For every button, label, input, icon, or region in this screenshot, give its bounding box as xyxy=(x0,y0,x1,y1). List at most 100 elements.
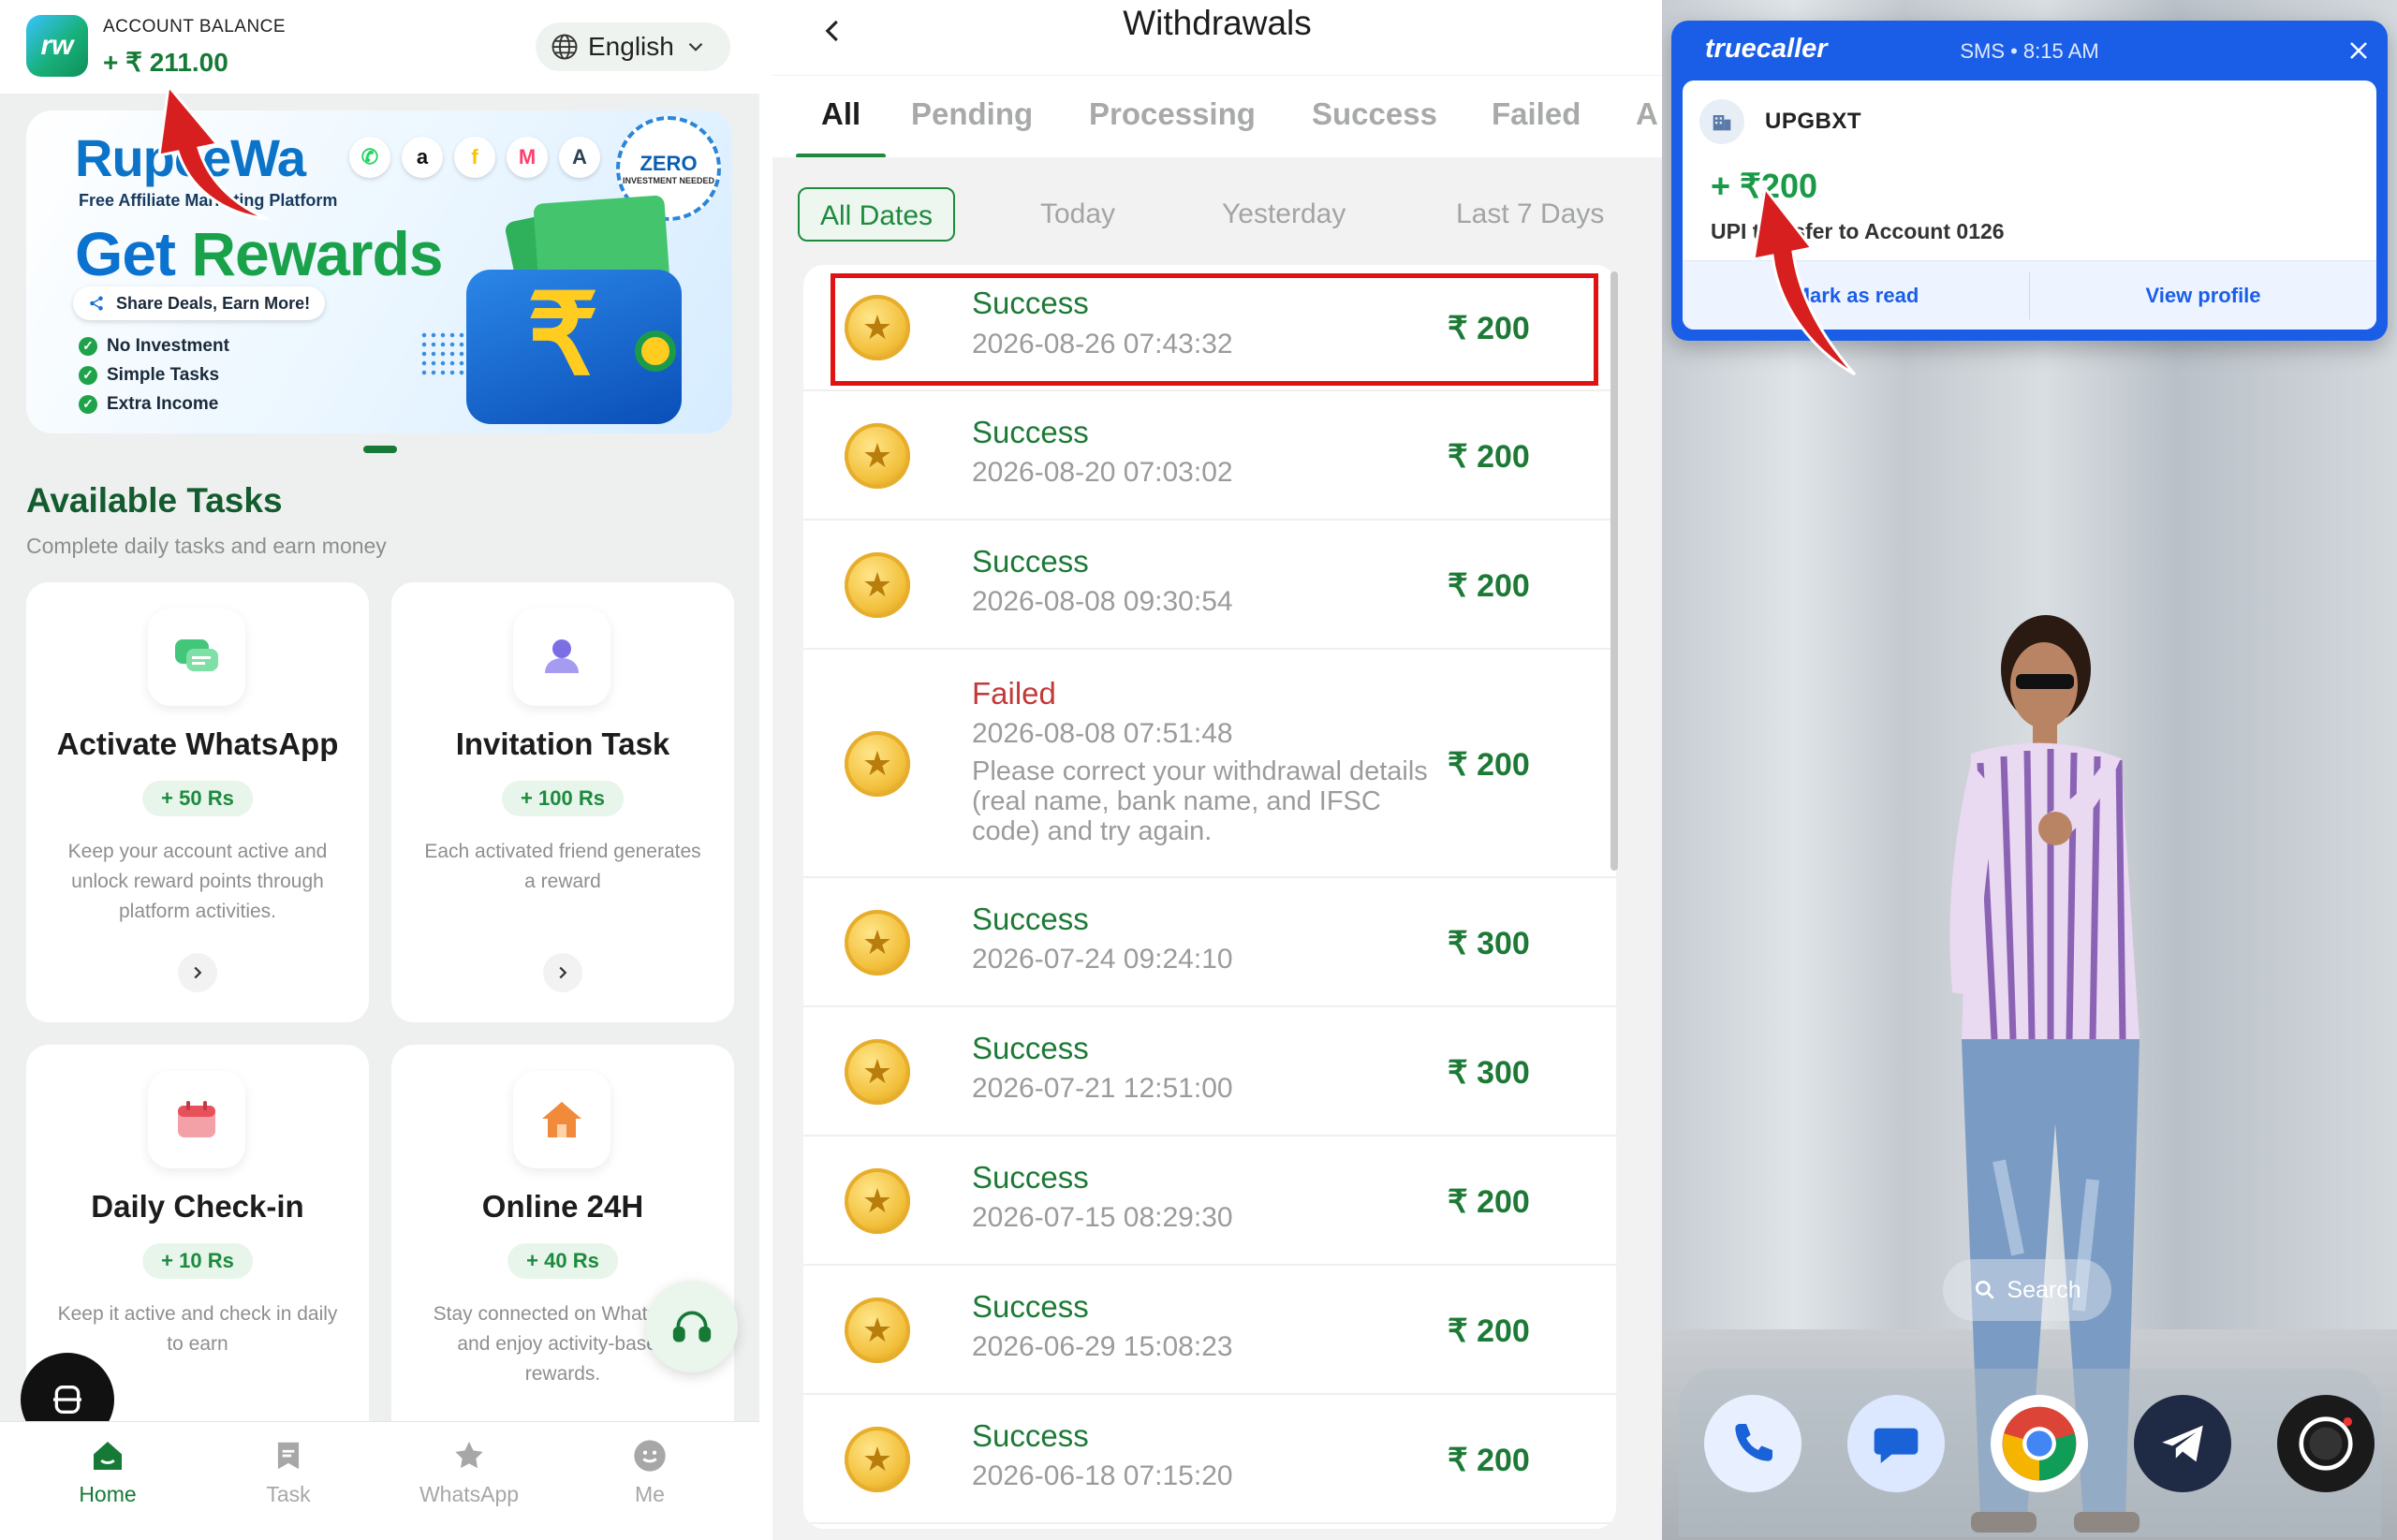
task-title: Activate WhatsApp xyxy=(56,726,339,761)
withdrawals-screen: Withdrawals All Pending Processing Succe… xyxy=(772,0,1662,1540)
search-icon xyxy=(1976,1280,1995,1299)
chevron-down-icon xyxy=(688,42,703,51)
task-reward-badge: + 100 Rs xyxy=(502,781,624,816)
close-button[interactable] xyxy=(2344,36,2374,66)
tab-failed[interactable]: Failed xyxy=(1492,96,1581,132)
scrollbar[interactable] xyxy=(1610,271,1618,871)
chip-today[interactable]: Today xyxy=(1040,187,1115,242)
row-amount: ₹ 200 xyxy=(1448,1184,1530,1220)
withdrawal-row[interactable]: ★ Success 2026-07-15 08:29:30 ₹ 200 xyxy=(803,1137,1616,1266)
row-status: Success xyxy=(972,1031,1089,1065)
withdrawal-row[interactable]: ★ Success 2026-08-08 09:30:54 ₹ 200 xyxy=(803,521,1616,650)
launcher-search[interactable]: Search xyxy=(1943,1259,2111,1321)
amazon-icon: a xyxy=(402,137,443,178)
tab-processing[interactable]: Processing xyxy=(1089,96,1256,132)
withdrawal-row[interactable]: ★ Success 2026-06-18 07:15:20 ₹ 200 xyxy=(803,1395,1616,1524)
row-date: 2026-07-15 08:29:30 xyxy=(972,1202,1233,1233)
row-amount: ₹ 300 xyxy=(1448,1055,1530,1091)
balance-label: ACCOUNT BALANCE xyxy=(103,17,287,37)
coin-icon: ★ xyxy=(845,1039,910,1105)
banner-headline: Get Rewards xyxy=(75,218,444,289)
wallet-clasp xyxy=(635,330,676,372)
app-logo: rw xyxy=(26,15,88,77)
tab-task[interactable]: Task xyxy=(213,1435,363,1507)
tab-success[interactable]: Success xyxy=(1312,96,1437,132)
row-status: Failed xyxy=(972,676,1056,711)
task-card-whatsapp[interactable]: Activate WhatsApp + 50 Rs Keep your acco… xyxy=(26,582,369,1022)
banner-pill-text: Share Deals, Earn More! xyxy=(116,294,311,313)
screenshot-collage: rw ACCOUNT BALANCE + ₹ 211.00 English Ru… xyxy=(0,0,2397,1540)
row-amount: ₹ 200 xyxy=(1448,1313,1530,1349)
chip-yesterday[interactable]: Yesterday xyxy=(1222,187,1346,242)
house-icon xyxy=(513,1071,610,1168)
row-status: Success xyxy=(972,1289,1089,1324)
balance-value: + ₹ 211.00 xyxy=(103,48,228,77)
check-icon: ✓ xyxy=(79,336,97,356)
close-icon xyxy=(2350,42,2367,59)
notification-meta: SMS • 8:15 AM xyxy=(1960,39,2099,63)
task-card-online[interactable]: Online 24H + 40 Rs Stay connected on Wha… xyxy=(391,1045,734,1447)
view-profile-button[interactable]: View profile xyxy=(2030,261,2376,330)
red-arrow-annotation xyxy=(1752,184,1857,376)
row-date: 2026-07-21 12:51:00 xyxy=(972,1073,1233,1104)
camera-icon[interactable] xyxy=(2277,1395,2375,1492)
tab-all[interactable]: All xyxy=(821,96,860,132)
coin-icon: ★ xyxy=(845,910,910,975)
tab-me[interactable]: Me xyxy=(575,1435,725,1507)
chevron-right-icon[interactable] xyxy=(543,953,582,992)
tab-label: Me xyxy=(635,1482,665,1506)
banner-headline-1: Get xyxy=(75,219,176,288)
date-filter-chips: All Dates Today Yesterday Last 7 Days xyxy=(772,157,1662,260)
dot-pattern xyxy=(419,330,466,377)
row-date: 2026-08-20 07:03:02 xyxy=(972,457,1233,488)
language-selector[interactable]: English xyxy=(536,22,730,71)
task-description: Keep your account active and unlock rewa… xyxy=(67,841,328,922)
banner-point-text: No Investment xyxy=(107,335,229,356)
home-header: rw ACCOUNT BALANCE + ₹ 211.00 English xyxy=(0,0,759,94)
chrome-icon[interactable] xyxy=(1991,1395,2088,1492)
tab-home[interactable]: Home xyxy=(33,1435,183,1507)
highlight-box-annotation xyxy=(831,273,1598,386)
tab-whatsapp[interactable]: WhatsApp xyxy=(394,1435,544,1507)
tab-more[interactable]: A xyxy=(1636,96,1658,132)
task-reward-badge: + 50 Rs xyxy=(142,781,253,816)
task-card-invitation[interactable]: Invitation Task + 100 Rs Each activated … xyxy=(391,582,734,1022)
language-label: English xyxy=(588,32,674,61)
telegram-icon[interactable] xyxy=(2134,1395,2231,1492)
headset-icon xyxy=(672,1311,712,1342)
chip-all-dates[interactable]: All Dates xyxy=(798,187,956,242)
zero-badge-text: INVESTMENT NEEDED xyxy=(622,175,714,185)
withdrawal-row[interactable]: ★ Success 2026-07-21 12:51:00 ₹ 300 xyxy=(803,1007,1616,1137)
messages-icon[interactable] xyxy=(1847,1395,1945,1492)
phone-icon[interactable] xyxy=(1704,1395,1801,1492)
row-status: Success xyxy=(972,902,1089,936)
withdrawal-row[interactable]: ★ Success 2026-06-29 15:08:23 ₹ 200 xyxy=(803,1266,1616,1395)
ajio-icon: A xyxy=(559,137,600,178)
user-icon xyxy=(513,609,610,706)
tab-pending[interactable]: Pending xyxy=(911,96,1033,132)
coin-icon: ★ xyxy=(845,1168,910,1234)
banner-points: ✓ No Investment ✓ Simple Tasks ✓ Extra Inco… xyxy=(79,331,229,418)
row-status: Success xyxy=(972,544,1089,579)
withdrawals-header: Withdrawals All Pending Processing Succe… xyxy=(772,0,1662,158)
banner-point: ✓ Simple Tasks xyxy=(79,360,229,389)
share-icon xyxy=(90,296,103,311)
smiley-icon xyxy=(629,1435,670,1476)
chevron-right-icon[interactable] xyxy=(178,953,217,992)
row-amount: ₹ 200 xyxy=(1448,439,1530,475)
tab-label: Task xyxy=(266,1482,311,1506)
banner-point: ✓ No Investment xyxy=(79,331,229,360)
globe-icon xyxy=(551,34,578,60)
carousel-indicator xyxy=(363,446,397,453)
support-button[interactable] xyxy=(646,1281,738,1372)
withdrawal-row[interactable]: ★ Failed 2026-08-08 07:51:48 Please corr… xyxy=(803,650,1616,878)
withdrawal-row[interactable]: ★ Success 2026-08-20 07:03:02 ₹ 200 xyxy=(803,391,1616,521)
chip-last-7-days[interactable]: Last 7 Days xyxy=(1456,187,1604,242)
coin-icon: ★ xyxy=(845,423,910,489)
row-status: Success xyxy=(972,1160,1089,1195)
page-title: Withdrawals xyxy=(1123,4,1312,42)
withdrawal-list: ★ Success 2026-08-26 07:43:32 ₹ 200 ★ Su… xyxy=(803,265,1616,1529)
task-description: Each activated friend generates a reward xyxy=(424,841,701,892)
withdrawal-row[interactable]: ★ Success 2026-07-24 09:24:10 ₹ 300 xyxy=(803,878,1616,1007)
star-icon xyxy=(449,1435,490,1476)
